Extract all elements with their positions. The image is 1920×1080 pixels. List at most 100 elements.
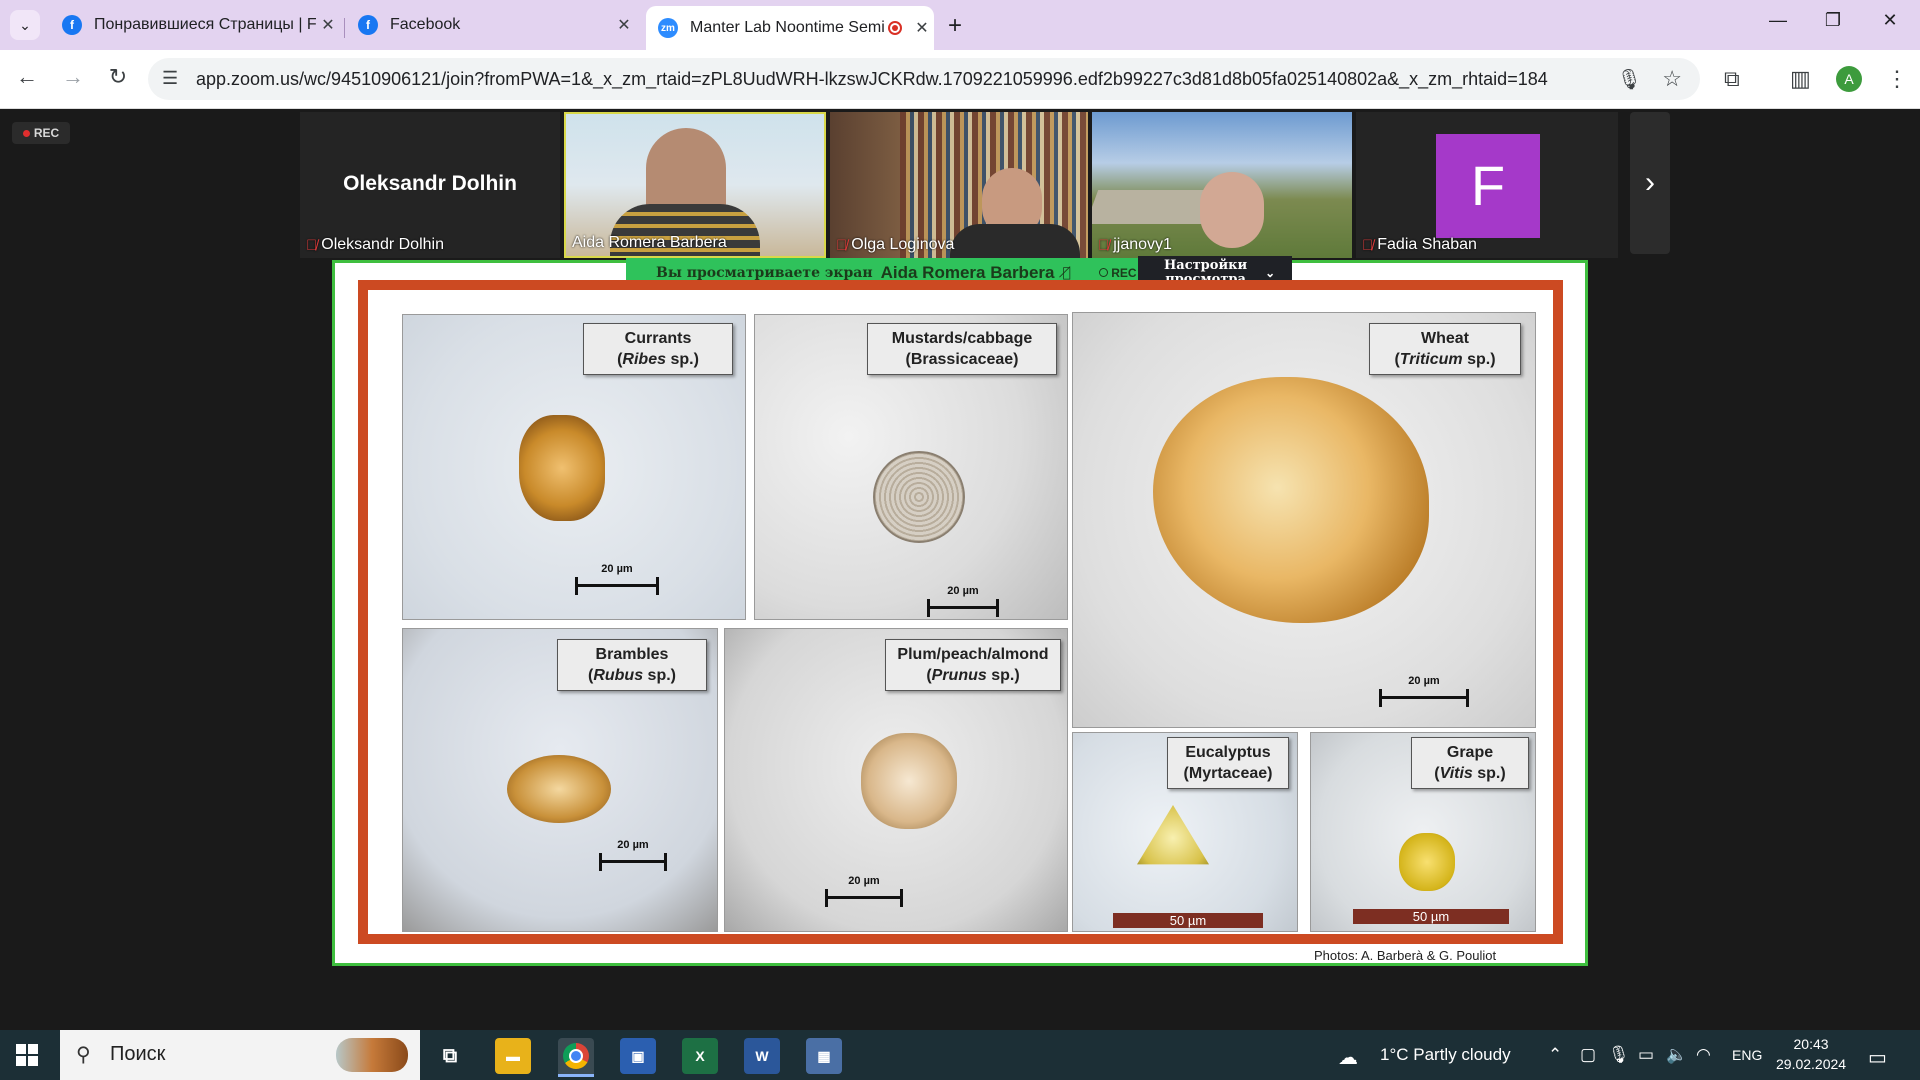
viewing-screen-label: Вы просматриваете экран [656, 265, 873, 281]
wifi-icon[interactable]: ◠ [1696, 1045, 1711, 1065]
label-grape: Grape (Vitis sp.) [1411, 737, 1529, 789]
scale-bar: 20 µm [825, 875, 903, 907]
side-panel-icon[interactable]: ▥ [1790, 66, 1811, 92]
scale-bar: 20 µm [1379, 675, 1469, 707]
mic-muted-icon: 🎙̸ [1362, 236, 1374, 254]
close-window-icon[interactable]: ✕ [1870, 10, 1910, 31]
slide-frame: Currants (Ribes sp.) 20 µm Mustards/cabba… [358, 280, 1563, 944]
site-settings-icon[interactable]: ☰ [162, 68, 178, 89]
pollen-grain-image [519, 415, 605, 521]
windows-start-icon[interactable] [16, 1044, 38, 1071]
panel-eucalyptus: Eucalyptus (Myrtaceae) 50 µm [1072, 732, 1298, 932]
scale-bar: 20 µm [575, 563, 659, 595]
photo-credit: Photos: A. Barberà & G. Pouliot [1314, 948, 1497, 963]
menu-kebab-icon[interactable]: ⋮ [1886, 66, 1908, 92]
word-icon[interactable]: W [744, 1038, 780, 1074]
minimize-icon[interactable]: — [1758, 10, 1798, 31]
pollen-grain-image [861, 733, 957, 829]
participant-tile-fadia[interactable]: F 🎙̸ Fadia Shaban [1356, 112, 1618, 258]
scale-bar: 20 µm [599, 839, 667, 871]
participant-avatar: F [1436, 134, 1540, 238]
clock-time: 20:43 [1793, 1036, 1829, 1052]
tab-liked-pages[interactable]: f Понравившиеся Страницы | Fa ✕ [50, 6, 340, 44]
save-app-icon[interactable]: ▣ [620, 1038, 656, 1074]
label-brambles: Brambles (Rubus sp.) [557, 639, 707, 691]
pollen-grain-image [1399, 833, 1455, 891]
mic-muted-icon: 🎙̸ [1098, 236, 1110, 254]
camera-icon[interactable]: ▢ [1580, 1045, 1596, 1065]
microphone-icon[interactable]: 🎙 [1617, 67, 1642, 92]
record-dot-icon [22, 129, 30, 137]
participant-video-body [950, 224, 1080, 258]
chevron-down-icon: ⌄ [1265, 266, 1276, 280]
label-mustards: Mustards/cabbage (Brassicaceae) [867, 323, 1057, 375]
panel-plum: Plum/peach/almond (Prunus sp.) 20 µm [724, 628, 1068, 932]
mic-muted-icon: 🎙̸ [836, 236, 848, 254]
tab-zoom-meeting[interactable]: zm Manter Lab Noontime Semi ✕ [646, 6, 934, 50]
view-options-line1: Настройки [1164, 258, 1248, 273]
tab-search-button[interactable]: ⌄ [10, 10, 40, 40]
back-icon[interactable]: ← [12, 64, 42, 90]
participant-tile-jjanovy[interactable]: 🎙̸ jjanovy1 [1092, 112, 1352, 258]
file-explorer-icon[interactable]: ▬ [495, 1038, 531, 1074]
weather-text[interactable]: 1°C Partly cloudy [1380, 1045, 1511, 1065]
reload-icon[interactable]: ↻ [103, 64, 133, 90]
scale-bar: 50 µm [1113, 913, 1263, 928]
mic-muted-icon: 🎙̸ [306, 236, 318, 254]
extensions-icon[interactable]: ⧉ [1724, 66, 1740, 92]
participant-name-label: 🎙̸ jjanovy1 [1098, 236, 1172, 254]
microphone-icon[interactable]: 🎙 [1608, 1045, 1630, 1065]
language-indicator[interactable]: ENG [1732, 1047, 1762, 1063]
pollen-grain-image [1153, 377, 1429, 623]
participant-tile-oleksandr[interactable]: Oleksandr Dolhin 🎙̸ Oleksandr Dolhin [300, 112, 560, 258]
volume-icon[interactable]: 🔈 [1666, 1045, 1687, 1065]
battery-icon[interactable]: ▭ [1638, 1045, 1654, 1065]
panel-currants: Currants (Ribes sp.) 20 µm [402, 314, 746, 620]
tab-close-icon[interactable]: ✕ [316, 15, 340, 35]
search-icon: ⚲ [76, 1044, 91, 1066]
participant-tile-aida[interactable]: Aida Romera Barbera [564, 112, 826, 258]
next-participants-button[interactable]: › [1630, 112, 1670, 254]
url-text[interactable]: app.zoom.us/wc/94510906121/join?fromPWA=… [196, 69, 1548, 90]
chevron-up-icon[interactable]: ⌃ [1548, 1045, 1562, 1065]
facebook-icon: f [62, 15, 82, 35]
participant-name-label: Aida Romera Barbera [572, 234, 727, 251]
tab-close-icon[interactable]: ✕ [910, 18, 934, 38]
task-view-icon[interactable]: ⧉ [432, 1038, 468, 1074]
chevron-right-icon: › [1645, 166, 1655, 199]
zoom-icon: zm [658, 18, 678, 38]
scale-bar: 20 µm [927, 585, 999, 617]
participant-big-name: Oleksandr Dolhin [343, 172, 517, 195]
participant-name-label: 🎙̸ Olga Loginova [836, 236, 955, 254]
forward-icon[interactable]: → [58, 64, 88, 90]
excel-icon[interactable]: X [682, 1038, 718, 1074]
tab-facebook[interactable]: f Facebook ✕ [346, 6, 636, 44]
pollen-grain-image [507, 755, 611, 823]
scale-bar: 50 µm [1353, 909, 1509, 924]
tab-separator [344, 18, 345, 38]
windows-taskbar: ⚲ Поиск ⧉ ▬ ▣ X W ▦ ☁ 1°C Partly cloudy … [0, 1030, 1920, 1080]
address-bar[interactable]: ☰ app.zoom.us/wc/94510906121/join?fromPW… [148, 58, 1700, 100]
restore-icon[interactable]: ❐ [1813, 10, 1853, 31]
participant-tile-olga[interactable]: 🎙̸ Olga Loginova [830, 112, 1088, 258]
chevron-down-icon: ⌄ [19, 16, 31, 33]
weather-icon[interactable]: ☁ [1338, 1045, 1358, 1070]
browser-tab-strip: ⌄ f Понравившиеся Страницы | Fa ✕ f Face… [0, 0, 1920, 50]
calculator-icon[interactable]: ▦ [806, 1038, 842, 1074]
tab-close-icon[interactable]: ✕ [612, 15, 636, 35]
clock[interactable]: 20:43 29.02.2024 [1776, 1034, 1846, 1074]
new-tab-button[interactable]: + [948, 12, 962, 40]
profile-avatar[interactable]: A [1836, 66, 1862, 92]
tab-title: Понравившиеся Страницы | Fa [94, 16, 316, 33]
label-currants: Currants (Ribes sp.) [583, 323, 733, 375]
tab-title: Manter Lab Noontime Semi [690, 19, 885, 36]
panel-grape: Grape (Vitis sp.) 50 µm [1310, 732, 1536, 932]
taskbar-search-box[interactable]: ⚲ Поиск [60, 1030, 420, 1080]
recording-badge: REC [12, 122, 70, 144]
squirrel-icon [336, 1038, 408, 1072]
tab-title: Facebook [390, 16, 461, 33]
participant-video [1200, 172, 1264, 248]
bookmark-star-icon[interactable]: ☆ [1662, 66, 1682, 92]
chrome-icon[interactable] [558, 1038, 594, 1077]
notifications-icon[interactable]: ▭ [1868, 1045, 1887, 1070]
